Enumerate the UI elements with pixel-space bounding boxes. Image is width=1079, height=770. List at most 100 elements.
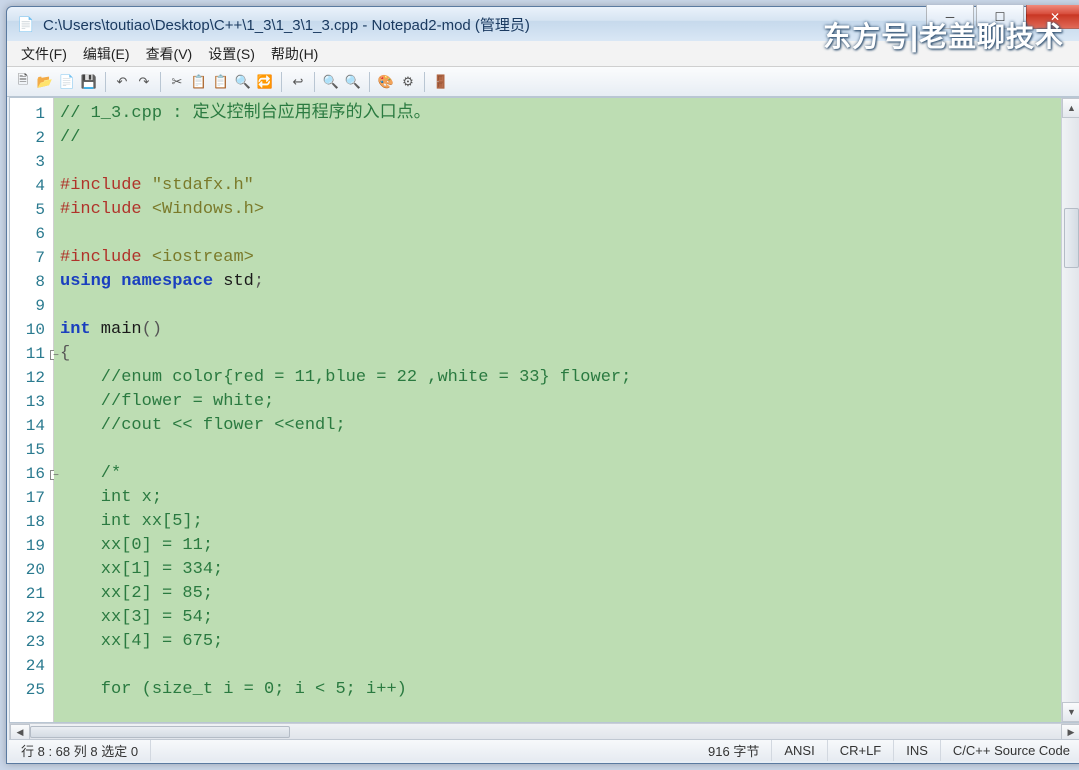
code-line[interactable]: // 1_3.cpp : 定义控制台应用程序的入口点。 bbox=[54, 102, 1061, 126]
zoomin-icon[interactable]: 🔍 bbox=[321, 72, 341, 92]
code-line[interactable]: { bbox=[54, 342, 1061, 366]
menu-item-设置[interactable]: 设置(S) bbox=[200, 41, 263, 67]
code-line[interactable]: int xx[5]; bbox=[54, 510, 1061, 534]
app-icon: 📄 bbox=[17, 15, 35, 33]
line-number[interactable]: 15 bbox=[10, 438, 53, 462]
line-number[interactable]: 6 bbox=[10, 222, 53, 246]
toolbar-separator bbox=[424, 72, 425, 92]
statusbar: 行 8 : 68 列 8 选定 0 916 字节 ANSI CR+LF INS … bbox=[9, 739, 1079, 761]
code-line[interactable]: xx[0] = 11; bbox=[54, 534, 1061, 558]
line-number[interactable]: 3 bbox=[10, 150, 53, 174]
scroll-right-arrow-icon[interactable]: ▶ bbox=[1061, 724, 1079, 740]
cut-icon[interactable]: ✂ bbox=[167, 72, 187, 92]
menu-item-文件[interactable]: 文件(F) bbox=[13, 41, 75, 67]
close-button[interactable]: ✕ bbox=[1026, 5, 1079, 29]
line-number[interactable]: 24 bbox=[10, 654, 53, 678]
line-number[interactable]: 8 bbox=[10, 270, 53, 294]
code-line[interactable]: using namespace std; bbox=[54, 270, 1061, 294]
code-line[interactable]: #include <Windows.h> bbox=[54, 198, 1061, 222]
status-insert-mode[interactable]: INS bbox=[894, 740, 941, 761]
wordwrap-icon[interactable]: ↩ bbox=[288, 72, 308, 92]
line-number[interactable]: 12 bbox=[10, 366, 53, 390]
code-line[interactable]: int main() bbox=[54, 318, 1061, 342]
menu-item-查看[interactable]: 查看(V) bbox=[138, 41, 201, 67]
toolbar-separator bbox=[160, 72, 161, 92]
status-eol[interactable]: CR+LF bbox=[828, 740, 895, 761]
code-line[interactable]: #include <iostream> bbox=[54, 246, 1061, 270]
redo-icon[interactable]: ↷ bbox=[134, 72, 154, 92]
code-line[interactable]: /* bbox=[54, 462, 1061, 486]
scroll-up-arrow-icon[interactable]: ▲ bbox=[1062, 98, 1079, 118]
menu-item-帮助[interactable]: 帮助(H) bbox=[263, 41, 326, 67]
code-line[interactable]: //cout << flower <<endl; bbox=[54, 414, 1061, 438]
code-line[interactable] bbox=[54, 222, 1061, 246]
new-icon[interactable]: 🗎 bbox=[13, 72, 33, 92]
line-number[interactable]: 1 bbox=[10, 102, 53, 126]
code-line[interactable] bbox=[54, 294, 1061, 318]
vertical-scroll-thumb[interactable] bbox=[1064, 208, 1079, 268]
line-number[interactable]: 19 bbox=[10, 534, 53, 558]
status-encoding[interactable]: ANSI bbox=[772, 740, 827, 761]
line-number[interactable]: 7 bbox=[10, 246, 53, 270]
code-editor[interactable]: // 1_3.cpp : 定义控制台应用程序的入口点。// #include "s… bbox=[54, 98, 1061, 722]
line-number[interactable]: 14 bbox=[10, 414, 53, 438]
hscroll-track[interactable] bbox=[30, 724, 1061, 740]
scroll-down-arrow-icon[interactable]: ▼ bbox=[1062, 702, 1079, 722]
status-language[interactable]: C/C++ Source Code bbox=[941, 740, 1079, 761]
vertical-scrollbar[interactable]: ▲ ▼ bbox=[1061, 98, 1079, 722]
line-number[interactable]: 10 bbox=[10, 318, 53, 342]
minimize-button[interactable]: ─ bbox=[926, 5, 974, 29]
code-line[interactable]: //enum color{red = 11,blue = 22 ,white =… bbox=[54, 366, 1061, 390]
line-number[interactable]: 4 bbox=[10, 174, 53, 198]
status-bytes[interactable]: 916 字节 bbox=[696, 740, 772, 761]
code-line[interactable]: #include "stdafx.h" bbox=[54, 174, 1061, 198]
code-line[interactable]: xx[3] = 54; bbox=[54, 606, 1061, 630]
undo-icon[interactable]: ↶ bbox=[112, 72, 132, 92]
horizontal-scroll-thumb[interactable] bbox=[30, 726, 290, 738]
code-line[interactable]: //flower = white; bbox=[54, 390, 1061, 414]
code-line[interactable] bbox=[54, 654, 1061, 678]
line-number[interactable]: 25 bbox=[10, 678, 53, 702]
line-number-gutter[interactable]: 1234567891011121314151617181920212223242… bbox=[10, 98, 54, 722]
line-number[interactable]: 9 bbox=[10, 294, 53, 318]
line-number[interactable]: 11 bbox=[10, 342, 53, 366]
paste-icon[interactable]: 📋 bbox=[211, 72, 231, 92]
replace-icon[interactable]: 🔁 bbox=[255, 72, 275, 92]
code-line[interactable]: xx[4] = 675; bbox=[54, 630, 1061, 654]
toolbar-separator bbox=[281, 72, 282, 92]
config-icon[interactable]: ⚙ bbox=[398, 72, 418, 92]
line-number[interactable]: 5 bbox=[10, 198, 53, 222]
exit-icon[interactable]: 🚪 bbox=[431, 72, 451, 92]
titlebar[interactable]: 📄 C:\Users\toutiao\Desktop\C++\1_3\1_3\1… bbox=[7, 7, 1079, 41]
toolbar-separator bbox=[314, 72, 315, 92]
code-line[interactable] bbox=[54, 150, 1061, 174]
recent-icon[interactable]: 📄 bbox=[57, 72, 77, 92]
window-title: C:\Users\toutiao\Desktop\C++\1_3\1_3\1_3… bbox=[43, 14, 1079, 35]
toolbar-separator bbox=[369, 72, 370, 92]
code-line[interactable]: xx[2] = 85; bbox=[54, 582, 1061, 606]
line-number[interactable]: 21 bbox=[10, 582, 53, 606]
line-number[interactable]: 16 bbox=[10, 462, 53, 486]
line-number[interactable]: 22 bbox=[10, 606, 53, 630]
code-line[interactable]: xx[1] = 334; bbox=[54, 558, 1061, 582]
find-icon[interactable]: 🔍 bbox=[233, 72, 253, 92]
status-position[interactable]: 行 8 : 68 列 8 选定 0 bbox=[9, 740, 151, 761]
maximize-button[interactable]: ☐ bbox=[976, 5, 1024, 29]
line-number[interactable]: 2 bbox=[10, 126, 53, 150]
save-icon[interactable]: 💾 bbox=[79, 72, 99, 92]
menu-item-编辑[interactable]: 编辑(E) bbox=[75, 41, 138, 67]
line-number[interactable]: 13 bbox=[10, 390, 53, 414]
scheme-icon[interactable]: 🎨 bbox=[376, 72, 396, 92]
line-number[interactable]: 20 bbox=[10, 558, 53, 582]
code-line[interactable]: int x; bbox=[54, 486, 1061, 510]
scroll-left-arrow-icon[interactable]: ◀ bbox=[10, 724, 30, 740]
line-number[interactable]: 23 bbox=[10, 630, 53, 654]
code-line[interactable]: // bbox=[54, 126, 1061, 150]
line-number[interactable]: 18 bbox=[10, 510, 53, 534]
open-icon[interactable]: 📂 bbox=[35, 72, 55, 92]
copy-icon[interactable]: 📋 bbox=[189, 72, 209, 92]
code-line[interactable]: for (size_t i = 0; i < 5; i++) bbox=[54, 678, 1061, 702]
zoomout-icon[interactable]: 🔍 bbox=[343, 72, 363, 92]
line-number[interactable]: 17 bbox=[10, 486, 53, 510]
code-line[interactable] bbox=[54, 438, 1061, 462]
